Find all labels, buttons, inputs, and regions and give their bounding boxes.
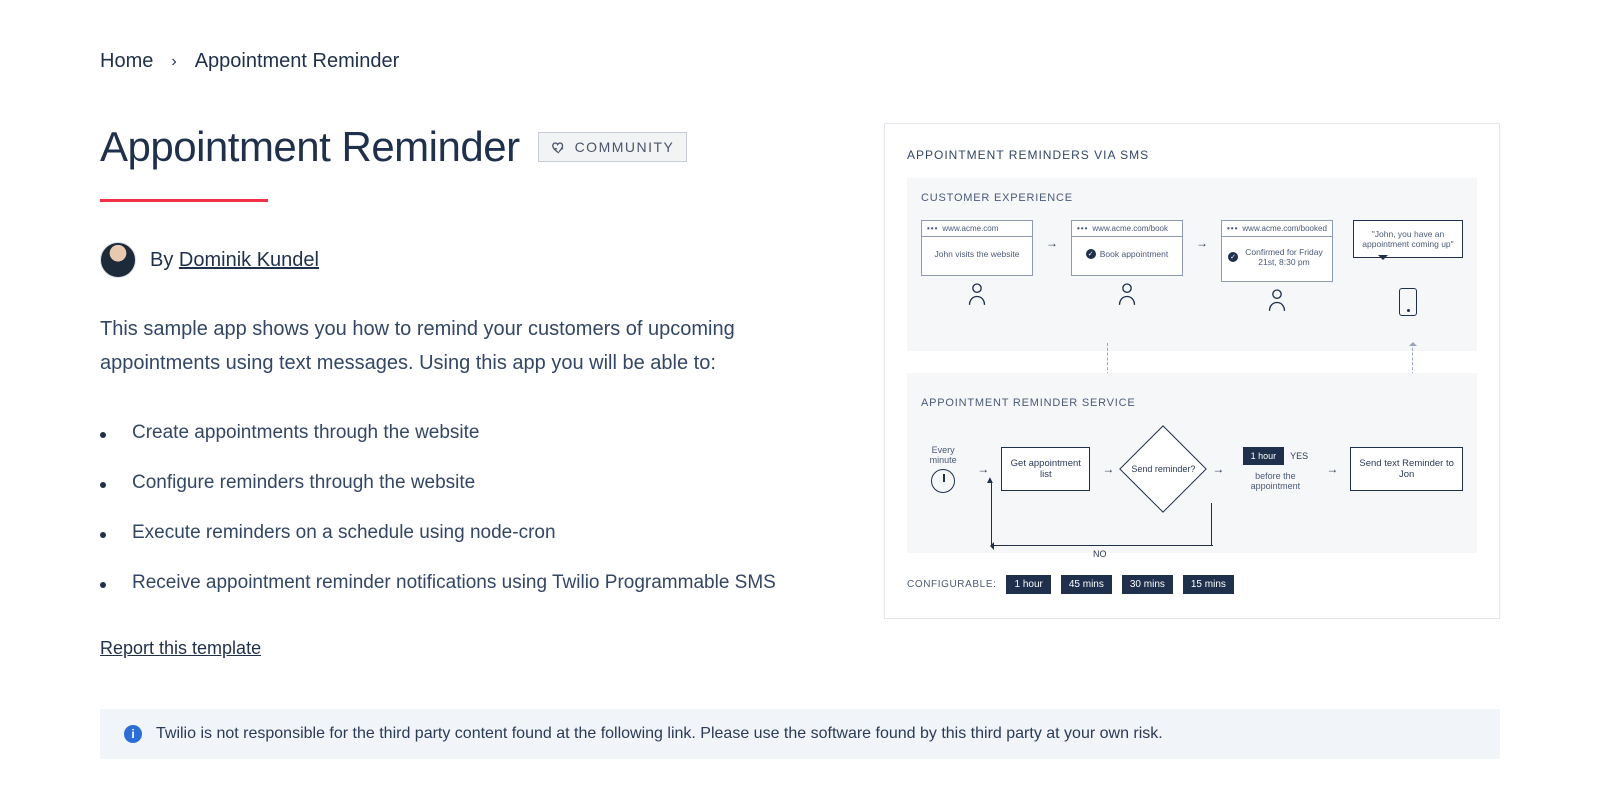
breadcrumb-current: Appointment Reminder <box>195 50 400 73</box>
accent-underline <box>100 199 268 202</box>
author-link[interactable]: Dominik Kundel <box>179 249 319 271</box>
arrow-right-icon: → <box>1193 220 1211 266</box>
report-template-link[interactable]: Report this template <box>100 638 261 659</box>
config-chip: 30 mins <box>1122 575 1173 594</box>
person-icon <box>1267 288 1287 317</box>
clock-icon <box>931 469 955 493</box>
arrow-right-icon: → <box>1043 220 1061 266</box>
panel-label: CUSTOMER EXPERIENCE <box>921 192 1463 204</box>
before-label: before the appointment <box>1236 471 1314 491</box>
info-icon: i <box>124 725 142 743</box>
send-text-box: Send text Reminder to Jon <box>1350 447 1463 491</box>
page-title: Appointment Reminder <box>100 123 520 171</box>
community-icon <box>551 139 567 155</box>
clock-block: Every minute <box>921 445 965 493</box>
feature-list: Create appointments through the website … <box>100 408 836 608</box>
disclaimer-text: Twilio is not responsible for the third … <box>156 725 1163 743</box>
check-icon: ✓ <box>1086 249 1096 259</box>
arrow-right-icon: → <box>975 462 991 476</box>
yes-label: YES <box>1290 451 1308 461</box>
list-item: Receive appointment reminder notificatio… <box>100 558 836 608</box>
sms-bubble: "John, you have an appointment coming up… <box>1353 220 1463 258</box>
time-chip: 1 hour <box>1243 447 1285 465</box>
phone-icon <box>1399 288 1417 316</box>
ce-step: •••www.acme.com John visits the website <box>921 220 1033 311</box>
ce-bubble-col: "John, you have an appointment coming up… <box>1353 220 1463 316</box>
lede-paragraph: This sample app shows you how to remind … <box>100 312 820 380</box>
person-icon <box>1117 282 1137 311</box>
check-icon: ✓ <box>1228 252 1238 262</box>
chevron-right-icon: › <box>171 53 176 71</box>
panel-label: APPOINTMENT REMINDER SERVICE <box>921 397 1463 409</box>
diagram-title: APPOINTMENT REMINDERS VIA SMS <box>907 148 1477 162</box>
author-row: By Dominik Kundel <box>100 242 836 278</box>
arrow-right-icon: → <box>1324 462 1340 476</box>
diagram-card: APPOINTMENT REMINDERS VIA SMS CUSTOMER E… <box>884 123 1500 619</box>
arrow-right-icon: → <box>1100 462 1116 476</box>
list-item: Configure reminders through the website <box>100 458 836 508</box>
config-chip: 45 mins <box>1061 575 1112 594</box>
ce-step: •••www.acme.com/book ✓Book appointment <box>1071 220 1183 311</box>
person-icon <box>967 282 987 311</box>
decision-diamond: Send reminder? <box>1126 425 1200 513</box>
author-avatar <box>100 242 136 278</box>
config-chip: 15 mins <box>1183 575 1234 594</box>
list-item: Create appointments through the website <box>100 408 836 458</box>
breadcrumb-home[interactable]: Home <box>100 50 153 73</box>
by-label: By <box>150 249 173 271</box>
customer-experience-panel: CUSTOMER EXPERIENCE •••www.acme.com John… <box>907 178 1477 351</box>
config-chip: 1 hour <box>1006 575 1050 594</box>
breadcrumb: Home › Appointment Reminder <box>100 50 1500 73</box>
arrow-right-icon: → <box>1210 462 1226 476</box>
get-list-box: Get appointment list <box>1001 447 1090 491</box>
community-badge: COMMUNITY <box>538 132 688 162</box>
configurable-row: CONFIGURABLE: 1 hour 45 mins 30 mins 15 … <box>907 575 1477 594</box>
disclaimer-notice: i Twilio is not responsible for the thir… <box>100 709 1500 759</box>
ce-step: •••www.acme.com/booked ✓Confirmed for Fr… <box>1221 220 1333 317</box>
service-panel: APPOINTMENT REMINDER SERVICE Every minut… <box>907 373 1477 553</box>
configurable-label: CONFIGURABLE: <box>907 579 996 590</box>
no-label: NO <box>1093 549 1107 559</box>
list-item: Execute reminders on a schedule using no… <box>100 508 836 558</box>
